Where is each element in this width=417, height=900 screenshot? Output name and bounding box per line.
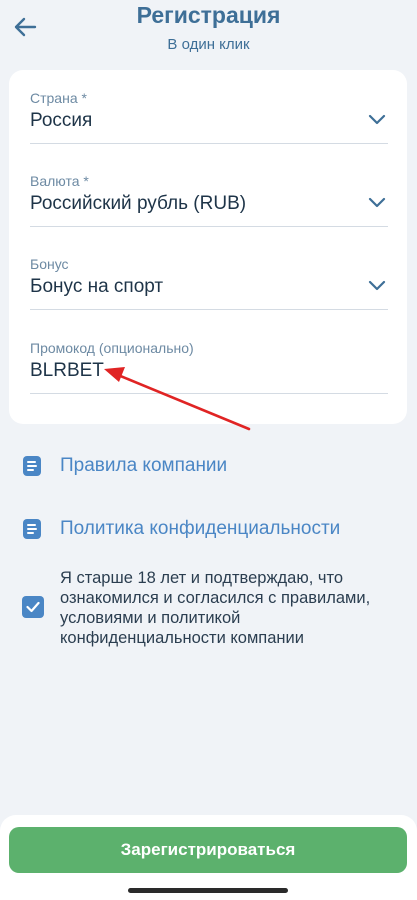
bottom-bar: Зарегистрироваться [0, 815, 417, 900]
consent-text: Я старше 18 лет и подтверждаю, что ознак… [60, 569, 371, 647]
company-rules-label: Правила компании [60, 455, 228, 476]
consent-checkbox[interactable] [22, 596, 44, 618]
page-subtitle: В один клик [167, 36, 250, 53]
promocode-label: Промокод (опционально) [30, 340, 194, 356]
company-rules-link[interactable]: Правила компании [22, 453, 227, 479]
document-icon [23, 456, 41, 476]
bonus-select[interactable]: Бонус Бонус на спорт [30, 256, 388, 310]
header: Регистрация В один клик [0, 0, 417, 60]
document-icon [23, 519, 41, 539]
currency-select[interactable]: Валюта * Российский рубль (RUB) [30, 173, 388, 227]
privacy-policy-label: Политика конфиденциальности [60, 518, 341, 539]
home-indicator [128, 888, 288, 893]
promocode-value: BLRBET [30, 360, 104, 381]
chevron-down-icon [368, 280, 386, 291]
bonus-label: Бонус [30, 256, 69, 272]
privacy-policy-link[interactable]: Политика конфиденциальности [22, 516, 340, 542]
currency-label: Валюта * [30, 173, 89, 189]
country-value: Россия [30, 110, 93, 131]
currency-value: Российский рубль (RUB) [30, 193, 247, 214]
chevron-down-icon [368, 114, 386, 125]
age-consent: Я старше 18 лет и подтверждаю, что ознак… [22, 568, 392, 648]
country-select[interactable]: Страна * Россия [30, 90, 388, 144]
promocode-field[interactable]: Промокод (опционально) BLRBET [30, 340, 388, 394]
register-button[interactable]: Зарегистрироваться [9, 827, 407, 873]
check-icon [26, 601, 40, 613]
chevron-down-icon [368, 197, 386, 208]
bonus-value: Бонус на спорт [30, 276, 164, 297]
registration-form-card: Страна * Россия Валюта * Российский рубл… [9, 70, 407, 424]
page-title: Регистрация [136, 2, 281, 28]
country-label: Страна * [30, 90, 87, 106]
